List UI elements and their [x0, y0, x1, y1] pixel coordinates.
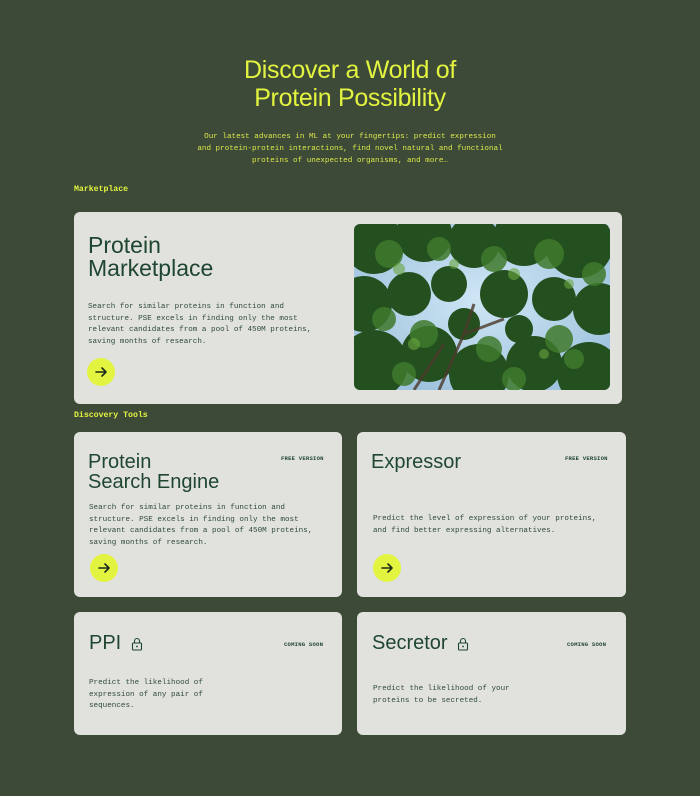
ppi-description: Predict the likelihood of expression of …	[89, 678, 289, 713]
protein-search-engine-card[interactable]: Protein Search Engine FREE VERSION Searc…	[74, 432, 342, 597]
marketplace-title-line1: Protein	[88, 232, 161, 258]
marketplace-title-line2: Marketplace	[88, 255, 214, 281]
hero-subtitle-line3: proteins of unexpected organisms, and mo…	[252, 157, 448, 165]
secretor-description: Predict the likelihood of your proteins …	[373, 684, 573, 707]
ppi-desc-line2: expression of any pair of	[89, 690, 203, 699]
marketplace-desc-line4: saving months of research.	[88, 337, 207, 346]
expressor-desc-line2: and find better expressing alternatives.	[373, 526, 556, 535]
tree-canopy-image	[354, 224, 610, 390]
pse-desc-line4: saving months of research.	[89, 538, 208, 547]
marketplace-desc-line2: structure. PSE excels in finding only th…	[88, 314, 298, 323]
hero-title-line1: Discover a World of	[244, 56, 456, 84]
pse-title-line2: Search Engine	[88, 471, 220, 493]
ppi-card[interactable]: PPI COMING SOON Predict the likelihood o…	[74, 612, 342, 735]
hero-subtitle-line2: and protein-protein interactions, find n…	[197, 145, 503, 153]
ppi-desc-line1: Predict the likelihood of	[89, 679, 203, 687]
ppi-desc-line3: sequences.	[89, 702, 135, 710]
marketplace-desc-line3: relevant candidates from a pool of 450M …	[88, 326, 312, 334]
pse-arrow-button[interactable]	[90, 554, 118, 582]
hero-subtitle-line1: Our latest advances in ML at your finger…	[204, 133, 496, 141]
expressor-description: Predict the level of expression of your …	[373, 514, 618, 537]
ppi-title: PPI	[89, 632, 122, 654]
free-version-badge: FREE VERSION	[565, 455, 608, 462]
expressor-card[interactable]: Expressor FREE VERSION Predict the level…	[357, 432, 626, 597]
ppi-title-row: PPI	[89, 633, 143, 653]
arrow-right-icon	[95, 367, 107, 377]
expressor-title: Expressor	[371, 451, 462, 473]
secretor-title-row: Secretor	[372, 633, 469, 653]
arrow-right-icon	[98, 563, 110, 573]
lock-icon	[131, 637, 142, 651]
marketplace-title: Protein Marketplace	[88, 234, 213, 280]
hero-title: Discover a World of Protein Possibility	[0, 56, 700, 112]
marketplace-description: Search for similar proteins in function …	[88, 302, 328, 348]
secretor-desc-line2: proteins to be secreted.	[373, 696, 483, 705]
lock-icon	[458, 637, 469, 651]
marketplace-desc-line1: Search for similar proteins in function …	[88, 303, 284, 311]
expressor-desc-line1: Predict the level of expression of your …	[373, 515, 597, 523]
coming-soon-badge: COMING SOON	[284, 641, 324, 648]
pse-desc-line1: Search for similar proteins in function …	[89, 504, 285, 512]
hero-title-line2: Protein Possibility	[254, 84, 446, 112]
protein-search-engine-title: Protein Search Engine	[88, 452, 219, 492]
discovery-section-label: Discovery Tools	[74, 411, 148, 420]
secretor-title: Secretor	[372, 632, 448, 654]
pse-desc-line2: structure. PSE excels in finding only th…	[89, 515, 299, 524]
coming-soon-badge: COMING SOON	[567, 641, 607, 648]
pse-desc-line3: relevant candidates from a pool of 450M …	[89, 527, 313, 535]
marketplace-section-label: Marketplace	[74, 185, 129, 194]
tree-canopy-photo	[354, 224, 610, 390]
marketplace-card[interactable]: Protein Marketplace Search for similar p…	[74, 212, 622, 404]
free-version-badge: FREE VERSION	[281, 455, 324, 462]
pse-title-line1: Protein	[88, 451, 152, 473]
secretor-desc-line1: Predict the likelihood of your	[373, 685, 510, 693]
secretor-card[interactable]: Secretor COMING SOON Predict the likelih…	[357, 612, 626, 735]
arrow-right-icon	[381, 563, 393, 573]
pse-description: Search for similar proteins in function …	[89, 503, 334, 549]
hero-subtitle: Our latest advances in ML at your finger…	[190, 131, 510, 167]
expressor-arrow-button[interactable]	[373, 554, 401, 582]
marketplace-arrow-button[interactable]	[87, 358, 115, 386]
